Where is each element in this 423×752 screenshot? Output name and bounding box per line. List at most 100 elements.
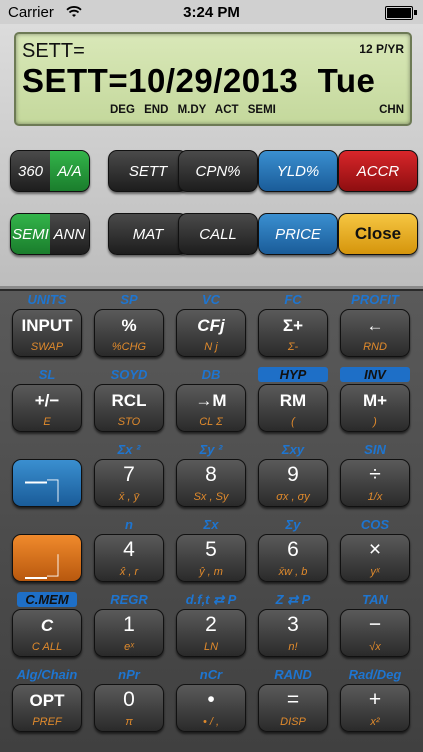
decimal-label: • xyxy=(207,688,215,711)
label-z-p: Z ⇄ P xyxy=(275,592,311,607)
open-paren-sublabel: ( xyxy=(291,416,295,428)
label-sp: SP xyxy=(120,292,138,307)
cfj-key[interactable]: CFj N j xyxy=(176,309,246,357)
semi-label: SEMI xyxy=(11,214,50,254)
label-tan: TAN xyxy=(362,592,388,607)
label-sum-xy: Σxy xyxy=(281,442,305,457)
mat-button[interactable]: MAT xyxy=(108,213,188,255)
input-key-label: INPUT xyxy=(21,316,73,335)
label-hyp: HYP xyxy=(258,367,328,382)
shift-up-key[interactable]: ⎺⏋ xyxy=(12,459,82,507)
plus-key[interactable]: + x² xyxy=(340,684,410,732)
chn-indicator: CHN xyxy=(379,104,404,116)
sto-sublabel: STO xyxy=(117,416,141,428)
rcl-key[interactable]: RCL STO xyxy=(94,384,164,432)
digit-0-label: 0 xyxy=(123,688,135,711)
pi-sublabel: π xyxy=(125,716,133,728)
label-units: UNITS xyxy=(27,292,67,307)
opt-key[interactable]: OPT PREF xyxy=(12,684,82,732)
backspace-key[interactable]: ← RND xyxy=(340,309,410,357)
digit-3-label: 3 xyxy=(287,613,299,636)
clear-key[interactable]: C C ALL xyxy=(12,609,82,657)
digit-4-key[interactable]: 4 x̂ , r xyxy=(94,534,164,582)
multiply-label: × xyxy=(368,538,382,561)
yld-button[interactable]: YLD% xyxy=(258,150,338,192)
sett-button[interactable]: SETT xyxy=(108,150,188,192)
pref-sublabel: PREF xyxy=(32,716,62,728)
digit-0-key[interactable]: 0π xyxy=(94,684,164,732)
price-button[interactable]: PRICE xyxy=(258,213,338,255)
label-sum-x: Σx xyxy=(203,517,219,532)
square-sublabel: x² xyxy=(370,716,380,728)
m-plus-key[interactable]: M+) xyxy=(340,384,410,432)
digit-6-key[interactable]: 6 x̄w , b xyxy=(258,534,328,582)
display-line1: SETT= xyxy=(22,40,85,62)
payments-per-year: 12 P/YR xyxy=(359,42,404,56)
label-sl: SL xyxy=(38,367,56,382)
day-count-toggle-button[interactable]: 360 A/A xyxy=(10,150,90,192)
cpn-button[interactable]: CPN% xyxy=(178,150,258,192)
minus-key[interactable]: − √x xyxy=(340,609,410,657)
percent-key[interactable]: % %CHG xyxy=(94,309,164,357)
sqrt-sublabel: √x xyxy=(369,641,381,653)
digit-9-key[interactable]: 9 σx , σy xyxy=(258,459,328,507)
label-soyd: SOYD xyxy=(110,367,148,382)
label-vc: VC xyxy=(201,292,221,307)
label-n: n xyxy=(125,517,133,532)
divide-key[interactable]: ÷ 1/x xyxy=(340,459,410,507)
label-rad-deg: Rad/Deg xyxy=(348,667,402,682)
coupon-frequency-toggle-button[interactable]: SEMI ANN xyxy=(10,213,90,255)
decimal-key[interactable]: • • / , xyxy=(176,684,246,732)
accr-button[interactable]: ACCR xyxy=(338,150,418,192)
clear-sigma-sublabel: CL Σ xyxy=(199,416,223,428)
separator-sublabel: • / , xyxy=(202,716,220,728)
clock: 3:24 PM xyxy=(183,4,240,21)
rm-key[interactable]: RM ( xyxy=(258,384,328,432)
plus-minus-key[interactable]: +/− E xyxy=(12,384,82,432)
digit-3-key[interactable]: 3 n! xyxy=(258,609,328,657)
to-memory-key-label: →M xyxy=(195,391,227,410)
digit-9-label: 9 xyxy=(287,463,299,486)
nj-sublabel: N j xyxy=(204,341,218,353)
cfj-key-label: CFj xyxy=(197,316,225,335)
sample-stdev-sublabel: Sx , Sy xyxy=(193,491,229,503)
clear-label: C xyxy=(40,616,54,635)
plus-label: + xyxy=(368,688,382,711)
multiply-key[interactable]: × yˣ xyxy=(340,534,410,582)
close-button[interactable]: Close xyxy=(338,213,418,255)
sigma-minus-sublabel: Σ- xyxy=(287,341,299,353)
power-sublabel: yˣ xyxy=(370,566,380,578)
shift-down-key[interactable]: ⎽⏌ xyxy=(12,534,82,582)
sigma-plus-key[interactable]: Σ+ Σ- xyxy=(258,309,328,357)
digit-2-key[interactable]: 2 LN xyxy=(176,609,246,657)
digit-7-key[interactable]: 7 x̄ , ȳ xyxy=(94,459,164,507)
digit-5-key[interactable]: 5 ŷ , m xyxy=(176,534,246,582)
label-rand: RAND xyxy=(274,667,312,682)
clear-all-sublabel: C ALL xyxy=(31,641,63,653)
battery-tip-icon xyxy=(414,10,417,15)
label-sum-y: Σy xyxy=(285,517,301,532)
input-key[interactable]: INPUT SWAP xyxy=(12,309,82,357)
reciprocal-sublabel: 1/x xyxy=(367,491,383,503)
label-npr: nPr xyxy=(118,667,140,682)
battery-icon xyxy=(385,6,413,20)
shift-down-arrow-icon: ⎽⏌ xyxy=(24,554,69,579)
label-alg-chain: Alg/Chain xyxy=(16,667,78,682)
shift-up-arrow-icon: ⎺⏋ xyxy=(24,479,69,504)
label-regr: REGR xyxy=(110,592,148,607)
backspace-key-label: ← xyxy=(366,316,384,335)
equals-label: = xyxy=(286,688,300,711)
to-memory-key[interactable]: →M CL Σ xyxy=(176,384,246,432)
minus-label: − xyxy=(368,613,382,636)
equals-key[interactable]: = DISP xyxy=(258,684,328,732)
digit-1-key[interactable]: 1 eˣ xyxy=(94,609,164,657)
swap-sublabel: SWAP xyxy=(30,341,64,353)
label-ncr: nCr xyxy=(199,667,223,682)
ln-sublabel: LN xyxy=(203,641,219,653)
label-dft-p: d.f,t ⇄ P xyxy=(185,592,237,607)
label-inv: INV xyxy=(340,367,410,382)
call-button[interactable]: CALL xyxy=(178,213,258,255)
digit-8-key[interactable]: 8 Sx , Sy xyxy=(176,459,246,507)
exp-sublabel: eˣ xyxy=(124,641,134,653)
ann-label: ANN xyxy=(50,214,89,254)
